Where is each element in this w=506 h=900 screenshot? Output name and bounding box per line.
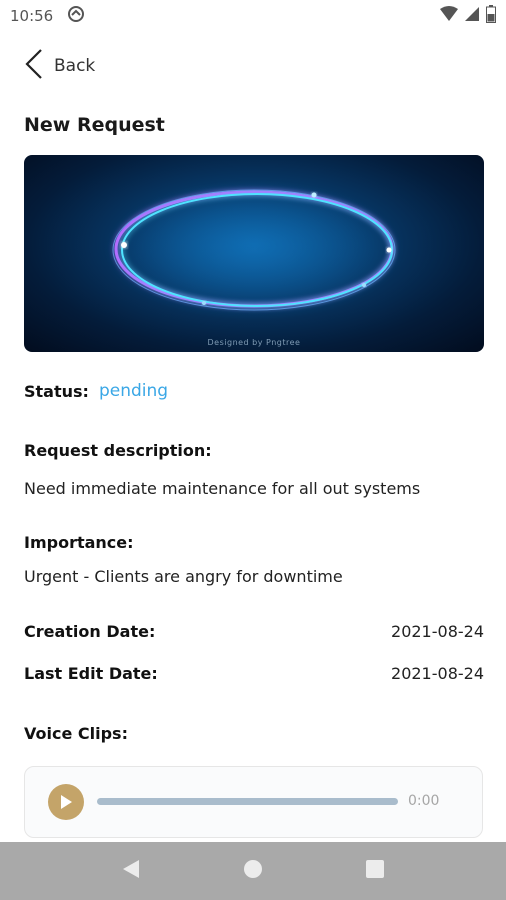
last-edit-date-row: Last Edit Date: 2021-08-24 <box>24 664 484 683</box>
description-value: Need immediate maintenance for all out s… <box>24 479 421 498</box>
creation-date-label: Creation Date: <box>24 622 156 641</box>
status-bar-left: 10:56 <box>10 5 85 27</box>
voice-clips-label: Voice Clips: <box>24 724 128 743</box>
glowing-ring-graphic <box>104 180 404 320</box>
request-image: Designed by Pngtree <box>24 155 484 352</box>
back-label: Back <box>54 56 96 76</box>
recents-square-icon[interactable] <box>366 860 385 882</box>
audio-progress-bar[interactable] <box>97 798 398 805</box>
system-nav-bar <box>0 842 506 900</box>
status-bar: 10:56 <box>0 0 506 32</box>
creation-date-row: Creation Date: 2021-08-24 <box>24 622 484 641</box>
play-button[interactable] <box>48 784 84 820</box>
image-caption: Designed by Pngtree <box>207 338 301 347</box>
wifi-icon <box>440 6 458 26</box>
play-icon <box>61 795 72 809</box>
description-label: Request description: <box>24 441 212 460</box>
chevron-left-icon <box>24 48 44 84</box>
cellular-signal-icon <box>464 6 480 26</box>
importance-value: Urgent - Clients are angry for downtime <box>24 567 343 586</box>
last-edit-date-value: 2021-08-24 <box>391 664 484 683</box>
back-button[interactable]: Back <box>24 48 95 84</box>
status-time: 10:56 <box>10 7 54 25</box>
status-label: Status: <box>24 381 89 401</box>
status-badge: pending <box>98 381 169 401</box>
creation-date-value: 2021-08-24 <box>391 622 484 641</box>
status-row: Status: pending <box>24 381 168 401</box>
back-triangle-icon[interactable] <box>122 859 140 883</box>
status-bar-right <box>440 5 496 27</box>
page-title: New Request <box>24 114 165 136</box>
last-edit-date-label: Last Edit Date: <box>24 664 158 683</box>
importance-label: Importance: <box>24 533 134 552</box>
battery-icon <box>486 5 496 27</box>
audio-time: 0:00 <box>408 793 440 809</box>
home-circle-icon[interactable] <box>243 859 263 883</box>
sync-circle-icon <box>67 5 85 27</box>
voice-clip-player: 0:00 <box>24 766 483 838</box>
